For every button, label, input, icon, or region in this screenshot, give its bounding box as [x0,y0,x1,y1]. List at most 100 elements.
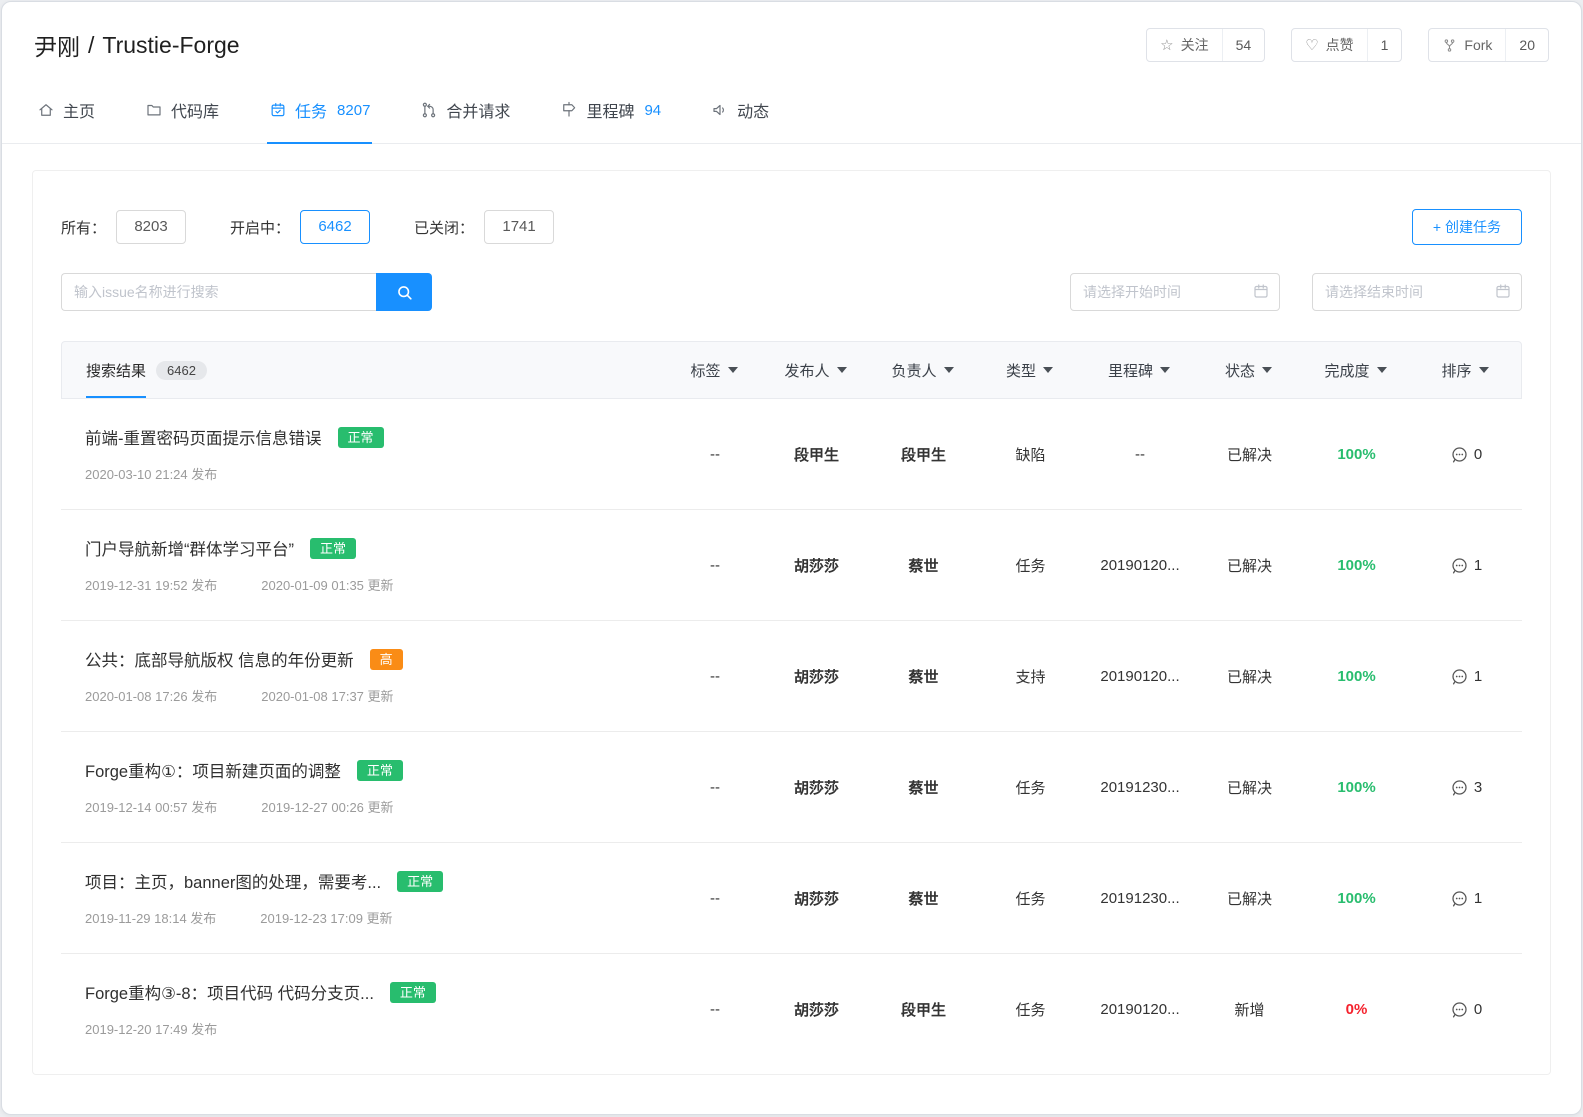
column-header-status[interactable]: 状态 [1195,342,1302,398]
column-header-progress[interactable]: 完成度 [1302,342,1409,398]
task-row: 前端-重置密码页面提示信息错误 正常 2020-03-10 21:24 发布 -… [61,399,1522,510]
task-created: 2019-12-31 19:52 发布 [85,575,217,594]
repo-page: 尹刚 / Trustie-Forge ☆ 关注 54 ♡ 点赞 1 [1,1,1582,1115]
caret-down-icon [1479,367,1489,373]
task-assignee[interactable]: 蔡世 [870,777,977,798]
filter-all-count[interactable]: 8203 [116,210,186,244]
task-publisher[interactable]: 胡莎莎 [763,555,870,576]
column-header-milestone[interactable]: 里程碑 [1083,342,1195,398]
task-comments[interactable]: 1 [1410,667,1522,686]
task-title-link[interactable]: Forge重构③-8：项目代码 代码分支页... [85,980,374,1004]
merge-request-icon [420,101,438,119]
task-type: 支持 [977,666,1084,687]
task-assignee[interactable]: 段甲生 [870,444,977,465]
priority-badge: 正常 [310,538,356,559]
comment-count: 0 [1474,446,1482,463]
task-comments[interactable]: 1 [1410,556,1522,575]
fork-count[interactable]: 20 [1505,29,1548,61]
start-date-field [1070,273,1280,311]
praise-count[interactable]: 1 [1367,29,1402,61]
task-publisher[interactable]: 段甲生 [763,444,870,465]
filter-open[interactable]: 开启中： 6462 [230,210,370,244]
end-date-input[interactable] [1312,273,1522,311]
caret-down-icon [1160,367,1170,373]
repo-link[interactable]: Trustie-Forge [102,32,239,59]
task-publisher[interactable]: 胡莎莎 [763,777,870,798]
create-task-button[interactable]: + 创建任务 [1412,209,1522,245]
task-comments[interactable]: 0 [1410,1000,1522,1019]
task-title-link[interactable]: Forge重构①：项目新建页面的调整 [85,758,341,782]
task-status: 已解决 [1196,444,1303,465]
tab-home[interactable]: 主页 [35,78,97,143]
task-created: 2019-12-14 00:57 发布 [85,797,217,816]
fork-button[interactable]: Fork 20 [1428,28,1549,62]
watch-count[interactable]: 54 [1222,29,1265,61]
task-updated: 2020-01-09 01:35 更新 [261,575,393,594]
tab-activity[interactable]: 动态 [709,78,771,143]
task-tag: -- [667,1001,763,1018]
column-header-type[interactable]: 类型 [976,342,1083,398]
task-tag: -- [667,446,763,463]
task-assignee[interactable]: 蔡世 [870,666,977,687]
filter-open-count[interactable]: 6462 [300,210,370,244]
tab-repository[interactable]: 代码库 [143,78,221,143]
comment-count: 1 [1474,668,1482,685]
task-publisher[interactable]: 胡莎莎 [763,999,870,1020]
caret-down-icon [1043,367,1053,373]
task-comments[interactable]: 1 [1410,889,1522,908]
praise-label: 点赞 [1326,35,1354,55]
start-date-input[interactable] [1070,273,1280,311]
task-assignee[interactable]: 蔡世 [870,555,977,576]
task-created: 2019-11-29 18:14 发布 [85,908,216,927]
task-icon [269,101,287,119]
filter-open-label: 开启中： [230,217,290,238]
task-progress: 100% [1303,890,1410,907]
task-progress: 100% [1303,557,1410,574]
tab-bar: 主页 代码库 任务 8207 合并请求 里程碑 94 [2,78,1581,144]
tab-pulls[interactable]: 合并请求 [418,78,512,143]
search-button[interactable] [376,273,432,311]
column-header-assignee[interactable]: 负责人 [869,342,976,398]
task-publisher[interactable]: 胡莎莎 [763,888,870,909]
task-comments[interactable]: 0 [1410,445,1522,464]
owner-link[interactable]: 尹刚 [34,28,80,62]
task-assignee[interactable]: 段甲生 [870,999,977,1020]
repo-header: 尹刚 / Trustie-Forge ☆ 关注 54 ♡ 点赞 1 [2,2,1581,78]
praise-button[interactable]: ♡ 点赞 1 [1291,28,1402,62]
page-title: 尹刚 / Trustie-Forge [34,28,240,62]
search-row [61,273,1522,311]
tab-issues-label: 任务 [295,98,327,122]
watch-button[interactable]: ☆ 关注 54 [1146,28,1265,62]
column-header-publisher[interactable]: 发布人 [762,342,869,398]
column-header-tag[interactable]: 标签 [666,342,762,398]
search-input[interactable] [61,273,376,311]
issues-table: 搜索结果 6462 标签 发布人 负责人 类型 里程碑 状态 完成度 排序 前端… [61,341,1522,1064]
task-type: 任务 [977,888,1084,909]
priority-badge: 高 [370,649,403,670]
tab-pulls-label: 合并请求 [446,98,510,122]
task-title-link[interactable]: 前端-重置密码页面提示信息错误 [85,425,322,449]
comment-icon [1450,778,1469,797]
task-tag: -- [667,668,763,685]
caret-down-icon [728,367,738,373]
search-results-tab[interactable]: 搜索结果 6462 [86,342,207,398]
task-created: 2020-01-08 17:26 发布 [85,686,217,705]
task-milestone: 20191230... [1084,779,1196,796]
task-type: 任务 [977,999,1084,1020]
task-title-link[interactable]: 门户导航新增“群体学习平台” [85,536,294,560]
task-comments[interactable]: 3 [1410,778,1522,797]
filter-closed-count[interactable]: 1741 [484,210,554,244]
task-title-link[interactable]: 公共：底部导航版权 信息的年份更新 [85,647,354,671]
task-title-link[interactable]: 项目：主页，banner图的处理，需要考... [85,869,381,893]
task-row: Forge重构③-8：项目代码 代码分支页... 正常 2019-12-20 1… [61,954,1522,1064]
tab-milestones[interactable]: 里程碑 94 [558,78,663,143]
comment-count: 1 [1474,890,1482,907]
tab-issues[interactable]: 任务 8207 [267,78,372,143]
filter-closed[interactable]: 已关闭： 1741 [414,210,554,244]
task-assignee[interactable]: 蔡世 [870,888,977,909]
column-header-sort[interactable]: 排序 [1409,342,1521,398]
filter-all[interactable]: 所有： 8203 [61,210,186,244]
task-publisher[interactable]: 胡莎莎 [763,666,870,687]
fork-label: Fork [1464,37,1492,53]
task-progress: 0% [1303,1001,1410,1018]
